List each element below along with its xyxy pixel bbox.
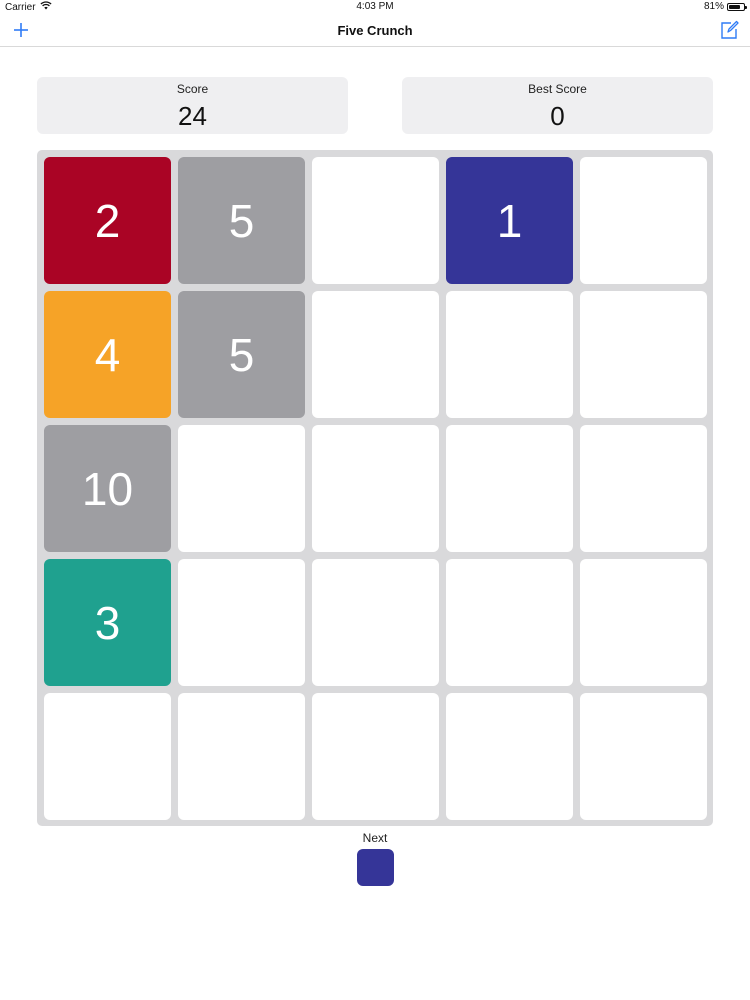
empty-cell	[446, 291, 573, 418]
empty-cell	[446, 693, 573, 820]
empty-cell	[178, 425, 305, 552]
navigation-bar: Five Crunch	[0, 14, 750, 47]
tile-5: 5	[178, 291, 305, 418]
battery-percent: 81%	[703, 1, 724, 12]
best-score-label: Best Score	[528, 82, 587, 96]
empty-cell	[312, 425, 439, 552]
status-right: 81%	[703, 1, 747, 12]
battery-icon	[727, 2, 747, 11]
empty-cell	[580, 291, 707, 418]
empty-cell	[312, 291, 439, 418]
empty-cell	[446, 559, 573, 686]
score-label: Score	[176, 82, 209, 96]
empty-cell	[312, 693, 439, 820]
empty-cell	[580, 693, 707, 820]
tile-2: 2	[44, 157, 171, 284]
empty-cell	[580, 157, 707, 284]
empty-cell	[312, 559, 439, 686]
tile-4: 4	[44, 291, 171, 418]
empty-cell	[312, 157, 439, 284]
next-tile	[357, 849, 394, 886]
nav-title: Five Crunch	[337, 23, 413, 38]
empty-cell	[580, 559, 707, 686]
game-board[interactable]: 2 5 1 4 5 10 3	[37, 150, 713, 826]
compose-icon	[721, 20, 739, 39]
score-value: 24	[178, 101, 207, 131]
empty-cell	[580, 425, 707, 552]
tile-10: 10	[44, 425, 171, 552]
best-score-value: 0	[550, 101, 565, 131]
empty-cell	[178, 693, 305, 820]
status-bar: Carrier 4:03 PM 81%	[0, 0, 750, 14]
tile-3: 3	[44, 559, 171, 686]
empty-cell	[446, 425, 573, 552]
status-time: 4:03 PM	[356, 1, 394, 12]
tile-5: 5	[178, 157, 305, 284]
best-score-panel: Best Score 0	[402, 77, 713, 134]
tile-1: 1	[446, 157, 573, 284]
empty-cell	[44, 693, 171, 820]
edit-button[interactable]	[718, 19, 740, 41]
battery-fill	[729, 4, 740, 9]
next-label: Next	[362, 831, 388, 845]
empty-cell	[178, 559, 305, 686]
game-screen: Carrier 4:03 PM 81% Five Crunch Score 24…	[0, 0, 750, 1000]
score-panel: Score 24	[37, 77, 348, 134]
